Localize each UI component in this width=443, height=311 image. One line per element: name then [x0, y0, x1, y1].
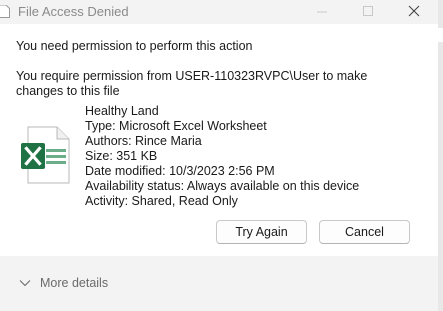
- more-details-toggle[interactable]: More details: [40, 276, 108, 290]
- footer: More details: [0, 256, 443, 311]
- cancel-button[interactable]: Cancel: [319, 220, 410, 244]
- close-icon: [408, 5, 420, 17]
- message-detail: You require permission from USER-110323R…: [16, 69, 368, 98]
- window-title: File Access Denied: [18, 4, 129, 19]
- window-edge-gap: [434, 28, 443, 42]
- close-button[interactable]: [392, 0, 436, 24]
- file-size: Size: 351 KB: [85, 149, 158, 163]
- minimize-icon: [317, 11, 327, 13]
- file-authors: Authors: Rince Maria: [85, 134, 202, 148]
- maximize-button[interactable]: [346, 0, 390, 24]
- maximize-icon: [363, 6, 373, 16]
- file-info: Healthy Land Type: Microsoft Excel Works…: [85, 104, 359, 209]
- minimize-button[interactable]: [300, 0, 344, 24]
- try-again-button[interactable]: Try Again: [216, 220, 307, 244]
- chevron-down-icon[interactable]: [19, 279, 31, 287]
- excel-file-icon: [21, 126, 70, 184]
- file-date-modified: Date modified: 10/3/2023 2:56 PM: [85, 164, 275, 178]
- title-bar[interactable]: File Access Denied: [0, 0, 443, 24]
- file-availability: Availability status: Always available on…: [85, 179, 360, 193]
- document-icon: [0, 5, 10, 18]
- message-heading: You need permission to perform this acti…: [16, 39, 253, 53]
- file-access-denied-dialog: File Access Denied You need permission t…: [0, 0, 443, 311]
- file-type: Type: Microsoft Excel Worksheet: [85, 119, 267, 133]
- file-activity: Activity: Shared, Read Only: [85, 194, 238, 208]
- file-name: Healthy Land: [85, 104, 159, 118]
- window-edge: [438, 0, 443, 311]
